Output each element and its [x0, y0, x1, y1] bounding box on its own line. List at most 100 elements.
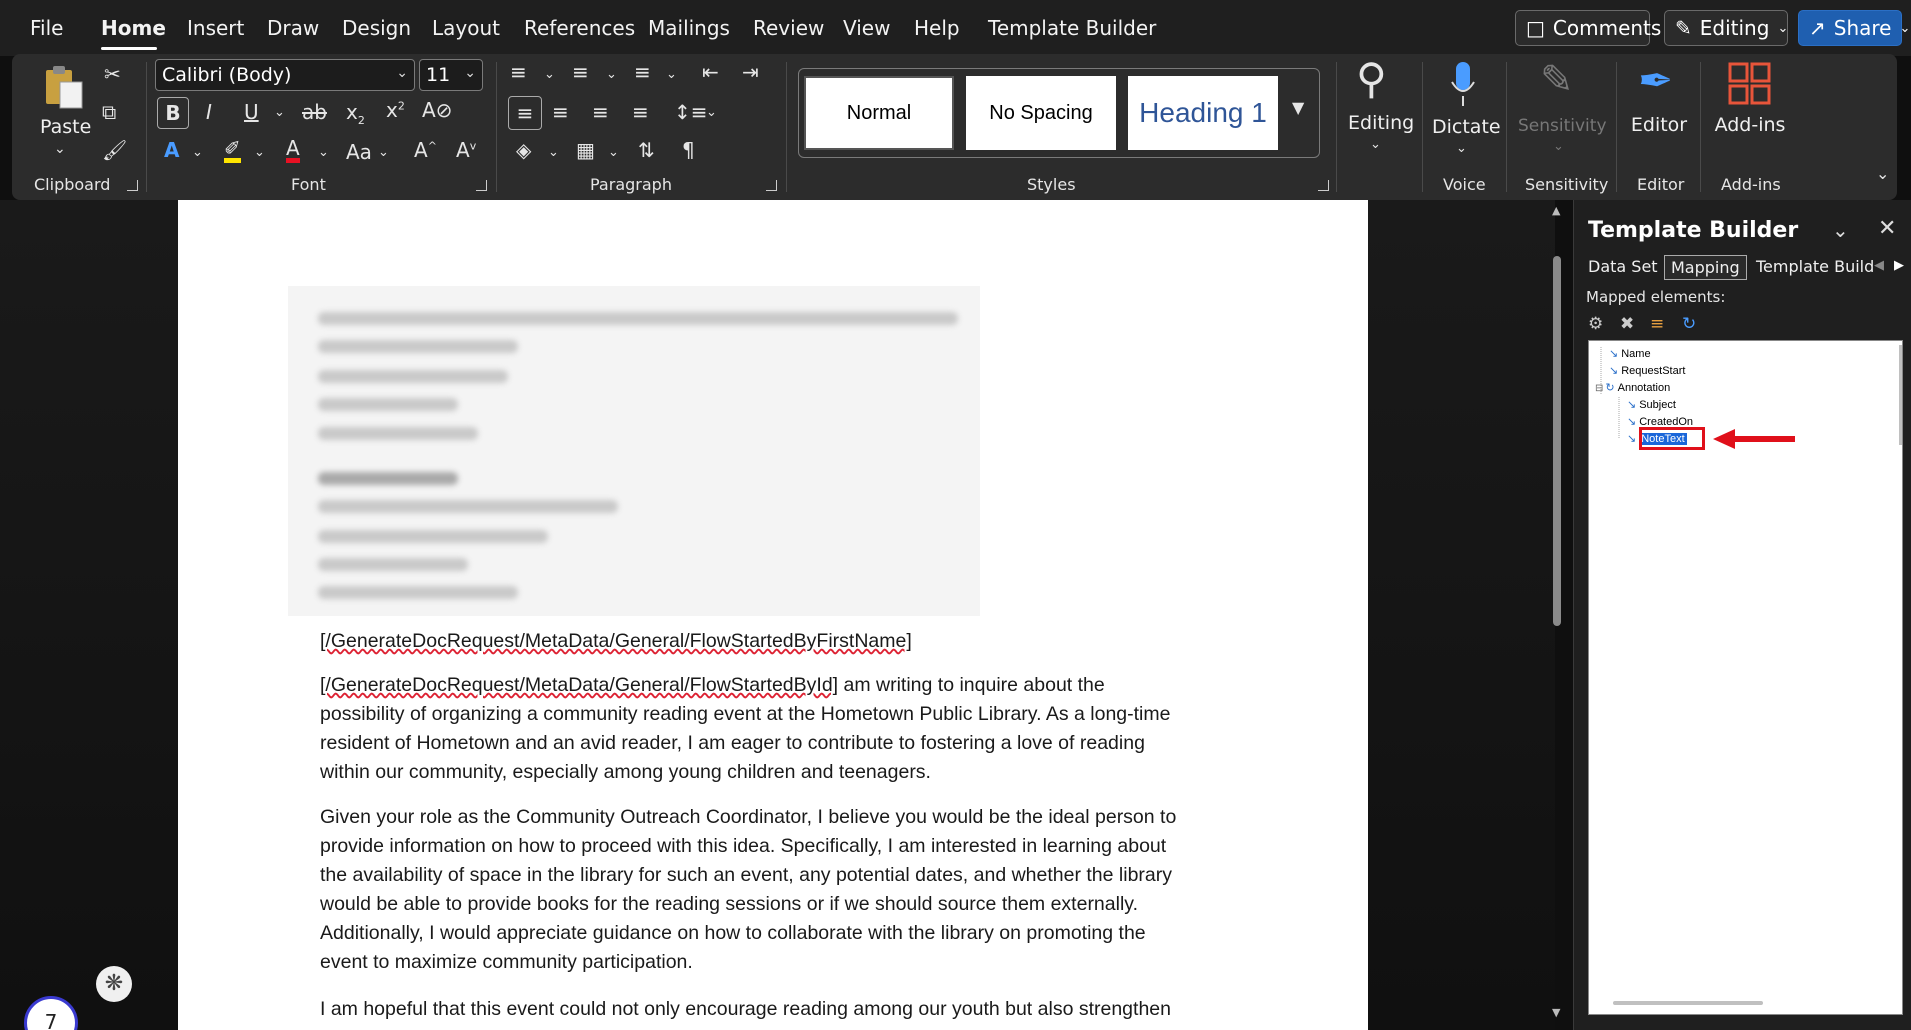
- tab-scroll-left-icon[interactable]: ◀: [1874, 258, 1884, 273]
- borders-icon[interactable]: ▦: [576, 140, 595, 160]
- collapse-toggle-icon[interactable]: ⊟: [1595, 383, 1603, 394]
- microphone-icon[interactable]: [1448, 60, 1478, 113]
- numbering-icon[interactable]: ≡: [572, 62, 589, 82]
- chevron-down-icon[interactable]: ⌄: [1370, 138, 1381, 151]
- chevron-down-icon[interactable]: ⌄: [606, 68, 617, 81]
- tree-scroll-thumb[interactable]: [1899, 345, 1902, 445]
- menu-insert[interactable]: Insert: [187, 16, 244, 40]
- tab-template-build[interactable]: Template Build: [1750, 255, 1880, 278]
- align-right-icon[interactable]: ≡: [592, 102, 609, 122]
- collapse-ribbon-icon[interactable]: ⌄: [1876, 166, 1889, 182]
- tree-node[interactable]: ↘ RequestStart: [1609, 364, 1685, 377]
- tab-mapping[interactable]: Mapping: [1664, 255, 1747, 280]
- list-icon[interactable]: ≡: [1650, 314, 1664, 334]
- font-launcher-icon[interactable]: [476, 180, 487, 191]
- editor-button[interactable]: Editor: [1628, 114, 1690, 136]
- editing-mode-button[interactable]: ✎ Editing ⌄: [1664, 10, 1788, 46]
- add-ins-icon[interactable]: [1728, 62, 1772, 109]
- shrink-font-icon[interactable]: Av: [456, 140, 476, 160]
- paragraph-launcher-icon[interactable]: [766, 180, 777, 191]
- merge-field-id[interactable]: [/GenerateDocRequest/MetaData/General/Fl…: [320, 674, 838, 696]
- superscript-icon[interactable]: x2: [386, 100, 405, 120]
- chevron-down-icon[interactable]: ⌄: [192, 146, 203, 159]
- align-center-icon[interactable]: ≡: [552, 102, 569, 122]
- menu-draw[interactable]: Draw: [267, 16, 319, 40]
- chevron-down-icon[interactable]: ⌄: [254, 146, 265, 159]
- tree-hscroll-thumb[interactable]: [1613, 1001, 1763, 1005]
- search-icon[interactable]: ⚲: [1356, 58, 1387, 100]
- justify-icon[interactable]: ≡: [632, 102, 649, 122]
- sort-icon[interactable]: ⇅: [638, 140, 655, 160]
- menu-view[interactable]: View: [843, 16, 890, 40]
- merge-field-first-name[interactable]: [/GenerateDocRequest/MetaData/General/Fl…: [320, 627, 1220, 656]
- refresh-icon[interactable]: ↻: [1682, 314, 1696, 334]
- change-case-icon[interactable]: Aa: [346, 142, 372, 162]
- settings-icon[interactable]: ⚙: [1588, 314, 1603, 334]
- paragraph-3[interactable]: I am hopeful that this event could not o…: [320, 995, 1220, 1024]
- increase-indent-icon[interactable]: ⇥: [742, 62, 759, 82]
- font-family-select[interactable]: Calibri (Body) ⌄: [155, 59, 415, 91]
- decrease-indent-icon[interactable]: ⇤: [702, 62, 719, 82]
- menu-file[interactable]: File: [30, 16, 63, 40]
- style-normal[interactable]: Normal: [804, 76, 954, 150]
- multilevel-list-icon[interactable]: ≡: [634, 62, 651, 82]
- text-effects-icon[interactable]: A: [164, 140, 179, 160]
- italic-icon[interactable]: I: [206, 102, 212, 122]
- add-ins-button[interactable]: Add-ins: [1712, 114, 1788, 136]
- paragraph-2[interactable]: Given your role as the Community Outreac…: [320, 803, 1220, 977]
- chevron-down-icon[interactable]: ⌄: [378, 146, 389, 159]
- scroll-down-icon[interactable]: ▼: [1552, 1006, 1560, 1019]
- chevron-down-icon[interactable]: ⌄: [1456, 142, 1467, 155]
- chevron-down-icon[interactable]: ⌄: [318, 146, 329, 159]
- dictate-button[interactable]: Dictate: [1432, 116, 1501, 138]
- subscript-icon[interactable]: x2: [346, 102, 365, 126]
- font-color-icon[interactable]: A: [286, 138, 300, 163]
- strikethrough-icon[interactable]: ab: [302, 102, 327, 122]
- chevron-down-icon[interactable]: ⌄: [1832, 218, 1849, 242]
- chevron-down-icon[interactable]: ⌄: [608, 146, 619, 159]
- comments-button[interactable]: □ Comments: [1515, 10, 1661, 46]
- share-button[interactable]: ↗ Share ⌄: [1798, 10, 1910, 46]
- menu-home[interactable]: Home: [101, 16, 166, 40]
- chevron-down-icon[interactable]: ⌄: [666, 68, 677, 81]
- tree-node[interactable]: ⊟ ↻ Annotation: [1595, 381, 1670, 394]
- font-size-select[interactable]: 11 ⌄: [419, 59, 483, 91]
- menu-layout[interactable]: Layout: [432, 16, 500, 40]
- bold-icon[interactable]: B: [157, 97, 189, 129]
- delete-icon[interactable]: ✖: [1620, 314, 1634, 334]
- scroll-thumb[interactable]: [1553, 256, 1561, 626]
- format-painter-icon[interactable]: 🖌: [102, 140, 127, 160]
- document-scrollbar[interactable]: ▲ ▼: [1550, 200, 1564, 1030]
- clipboard-launcher-icon[interactable]: [127, 180, 138, 191]
- fingerprint-icon[interactable]: ❋: [96, 966, 132, 1002]
- highlighter-icon[interactable]: ✐: [224, 138, 241, 163]
- menu-review[interactable]: Review: [753, 16, 824, 40]
- style-no-spacing[interactable]: No Spacing: [966, 76, 1116, 150]
- scroll-up-icon[interactable]: ▲: [1552, 204, 1560, 217]
- show-formatting-icon[interactable]: ¶: [682, 140, 695, 160]
- menu-mailings[interactable]: Mailings: [648, 16, 730, 40]
- chevron-down-icon[interactable]: ⌄: [706, 106, 717, 119]
- menu-design[interactable]: Design: [342, 16, 411, 40]
- line-spacing-icon[interactable]: ↕≡: [674, 102, 708, 122]
- close-icon[interactable]: ✕: [1878, 216, 1896, 241]
- styles-more-icon[interactable]: ▼: [1292, 100, 1304, 116]
- chevron-down-icon[interactable]: ⌄: [54, 142, 66, 156]
- tree-node[interactable]: ↘ Subject: [1627, 398, 1676, 411]
- editor-icon[interactable]: ✒: [1638, 60, 1673, 102]
- style-heading-1[interactable]: Heading 1: [1128, 76, 1278, 150]
- underline-icon[interactable]: U: [244, 102, 259, 122]
- tree-node[interactable]: ↘ Name: [1609, 347, 1651, 360]
- chevron-down-icon[interactable]: ⌄: [274, 106, 285, 119]
- tab-data-set[interactable]: Data Set: [1582, 255, 1664, 278]
- mapped-elements-tree[interactable]: ↘ Name ↘ RequestStart ⊟ ↻ Annotation ↘ Subjec…: [1588, 340, 1903, 1015]
- styles-launcher-icon[interactable]: [1318, 180, 1329, 191]
- menu-help[interactable]: Help: [914, 16, 960, 40]
- chevron-down-icon[interactable]: ⌄: [548, 146, 559, 159]
- cut-icon[interactable]: ✂: [104, 64, 121, 84]
- shading-icon[interactable]: ◈: [516, 140, 531, 160]
- align-left-icon[interactable]: ≡: [508, 96, 542, 130]
- copy-icon[interactable]: ⧉: [102, 102, 116, 122]
- tab-scroll-right-icon[interactable]: ▶: [1894, 258, 1904, 273]
- chevron-down-icon[interactable]: ⌄: [544, 68, 555, 81]
